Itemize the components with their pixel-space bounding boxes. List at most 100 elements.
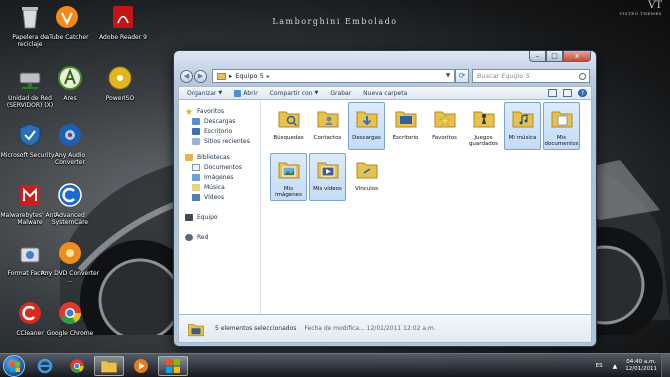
open-icon bbox=[234, 89, 242, 97]
music-folder-icon bbox=[512, 111, 533, 128]
explorer-icon bbox=[100, 360, 118, 373]
contacts-folder-icon bbox=[317, 111, 338, 128]
taskbar-explorer-button[interactable] bbox=[94, 356, 124, 376]
favorites-folder-icon bbox=[434, 111, 455, 128]
address-chevron[interactable]: ▸ bbox=[229, 72, 232, 80]
nav-downloads[interactable]: Descargas bbox=[179, 116, 260, 126]
folder-item[interactable]: Búsquedas bbox=[270, 102, 307, 150]
address-dropdown-icon[interactable]: ▼ bbox=[442, 70, 454, 82]
nav-desktop[interactable]: Escritorio bbox=[179, 126, 260, 136]
maximize-button[interactable]: □ bbox=[546, 51, 563, 62]
nav-network[interactable]: Red bbox=[179, 232, 260, 242]
forward-button[interactable]: ▶ bbox=[194, 69, 207, 83]
clock-date: 12/01/2011 bbox=[625, 366, 657, 372]
folder-item[interactable]: Favoritos bbox=[426, 102, 463, 150]
nav-computer[interactable]: Equipo bbox=[179, 212, 260, 222]
tray-arrow-icon[interactable]: ▲ bbox=[613, 363, 618, 370]
address-bar[interactable]: ▸ Equipo 5 ▸ ▼ bbox=[212, 69, 455, 83]
open-label: Abrir bbox=[243, 89, 258, 97]
modified-date: Fecha de modifica... 12/01/2011 12:02 a.… bbox=[304, 325, 436, 332]
window-body: Favoritos Descargas Escritorio Sitios re… bbox=[178, 100, 592, 314]
taskbar-windows-button[interactable] bbox=[158, 356, 188, 376]
breadcrumb-chevron[interactable]: ▸ bbox=[267, 73, 270, 80]
breadcrumb-equipo[interactable]: Equipo 5 bbox=[235, 72, 263, 80]
explorer-window[interactable]: – □ x ◀ ▶ ▸ Equipo 5 ▸ ▼ ⟳ Buscar Equipo… bbox=[173, 50, 597, 347]
burn-button[interactable]: Grabar bbox=[330, 90, 351, 97]
open-button[interactable]: Abrir bbox=[234, 89, 258, 97]
system-tray: ES ▲ 04:40 a.m. 12/01/2011 bbox=[596, 354, 670, 377]
wallpaper-title: Lamborghini Embolado bbox=[272, 17, 398, 26]
burn-label: Grabar bbox=[330, 89, 352, 97]
item-label: Favoritos bbox=[432, 134, 457, 141]
folder-item[interactable]: Escritorio bbox=[387, 102, 424, 150]
media-player-icon bbox=[134, 359, 148, 373]
nav-recent-places[interactable]: Sitios recientes bbox=[179, 136, 260, 146]
show-desktop-button[interactable] bbox=[661, 354, 670, 377]
systemcare-icon bbox=[58, 183, 82, 207]
network-icon bbox=[185, 233, 193, 241]
share-button[interactable]: Compartir con ▼ bbox=[270, 90, 319, 97]
organize-label: Organizar bbox=[187, 89, 217, 97]
folder-item[interactable]: Juegos guardados bbox=[465, 102, 502, 150]
help-icon[interactable]: ? bbox=[578, 89, 587, 97]
refresh-button[interactable]: ⟳ bbox=[455, 69, 469, 83]
folder-item[interactable]: Mis documentos bbox=[543, 102, 580, 150]
desktop-icon-atube-catcher[interactable]: aTube Catcher bbox=[37, 4, 97, 41]
share-label: Compartir con bbox=[269, 89, 313, 97]
clock[interactable]: 04:40 a.m. 12/01/2011 bbox=[625, 359, 657, 373]
desktop-folder-icon bbox=[395, 111, 416, 128]
taskbar-media-player-button[interactable] bbox=[126, 356, 156, 376]
folder-item[interactable]: Mi música bbox=[504, 102, 541, 150]
nav-favorites[interactable]: Favoritos bbox=[179, 106, 260, 116]
folder-item[interactable]: Descargas bbox=[348, 102, 385, 150]
desktop-icon-adobe-reader[interactable]: Adobe Reader 9 bbox=[93, 4, 153, 41]
taskbar-ie-button[interactable] bbox=[30, 356, 60, 376]
nav-pictures[interactable]: Imágenes bbox=[179, 172, 260, 182]
pictures-icon bbox=[192, 173, 200, 181]
item-label: Mi música bbox=[508, 134, 537, 141]
item-label: Escritorio bbox=[392, 134, 419, 141]
nav-libraries[interactable]: Bibliotecas bbox=[179, 152, 260, 162]
item-label: Descargas bbox=[352, 134, 381, 141]
computer-icon bbox=[185, 213, 193, 221]
dvd-converter-icon bbox=[59, 242, 81, 264]
folder-item[interactable]: Mis vídeos bbox=[309, 153, 346, 201]
nav-videos[interactable]: Vídeos bbox=[179, 192, 260, 202]
desktop-icon bbox=[192, 127, 200, 135]
start-button[interactable] bbox=[3, 355, 25, 377]
folder-item[interactable]: Vínculos bbox=[348, 153, 385, 201]
folder-item[interactable]: Mis imágenes bbox=[270, 153, 307, 201]
preview-pane-icon[interactable] bbox=[563, 89, 572, 97]
language-indicator[interactable]: ES bbox=[596, 363, 603, 369]
taskbar-chrome-button[interactable] bbox=[62, 356, 92, 376]
desktop-icon-poweriso[interactable]: PowerISO bbox=[90, 65, 150, 102]
links-folder-icon bbox=[356, 162, 377, 179]
close-button[interactable]: x bbox=[563, 51, 591, 62]
nav-documents[interactable]: Documentos bbox=[179, 162, 260, 172]
videos-icon bbox=[192, 193, 200, 201]
item-label: Juegos guardados bbox=[468, 134, 499, 148]
desktop-icon-label: Advanced SystemCare bbox=[51, 212, 89, 226]
nav-music[interactable]: Música bbox=[179, 182, 260, 192]
documents-icon bbox=[192, 163, 200, 171]
desktop-icon-systemcare[interactable]: Advanced SystemCare bbox=[40, 182, 100, 226]
view-options-icon[interactable] bbox=[548, 89, 557, 97]
organize-button[interactable]: Organizar ▼ bbox=[187, 90, 222, 97]
new-folder-button[interactable]: Nueva carpeta bbox=[363, 90, 407, 97]
nav-pictures-label: Imágenes bbox=[204, 173, 234, 181]
nav-music-label: Música bbox=[204, 183, 225, 191]
desktop-icon-dvd-converter[interactable]: Any DVD Converter ... bbox=[40, 240, 100, 284]
item-label: Mis vídeos bbox=[313, 185, 342, 192]
atube-catcher-icon bbox=[56, 6, 78, 28]
minimize-button[interactable]: – bbox=[529, 51, 546, 62]
desktop-icon-chrome[interactable]: Google Chrome bbox=[40, 300, 100, 337]
back-button[interactable]: ◀ bbox=[180, 69, 193, 83]
star-icon bbox=[185, 107, 193, 115]
navigation-bar: ◀ ▶ ▸ Equipo 5 ▸ ▼ ⟳ Buscar Equipo 5 bbox=[180, 68, 590, 84]
folder-item[interactable]: Contactos bbox=[309, 102, 346, 150]
nav-downloads-label: Descargas bbox=[204, 117, 236, 125]
desktop-icon-audio-converter[interactable]: Any Audio Converter bbox=[40, 122, 100, 166]
computer-icon bbox=[217, 72, 226, 80]
search-input[interactable]: Buscar Equipo 5 bbox=[472, 69, 590, 83]
downloads-icon bbox=[192, 117, 200, 125]
